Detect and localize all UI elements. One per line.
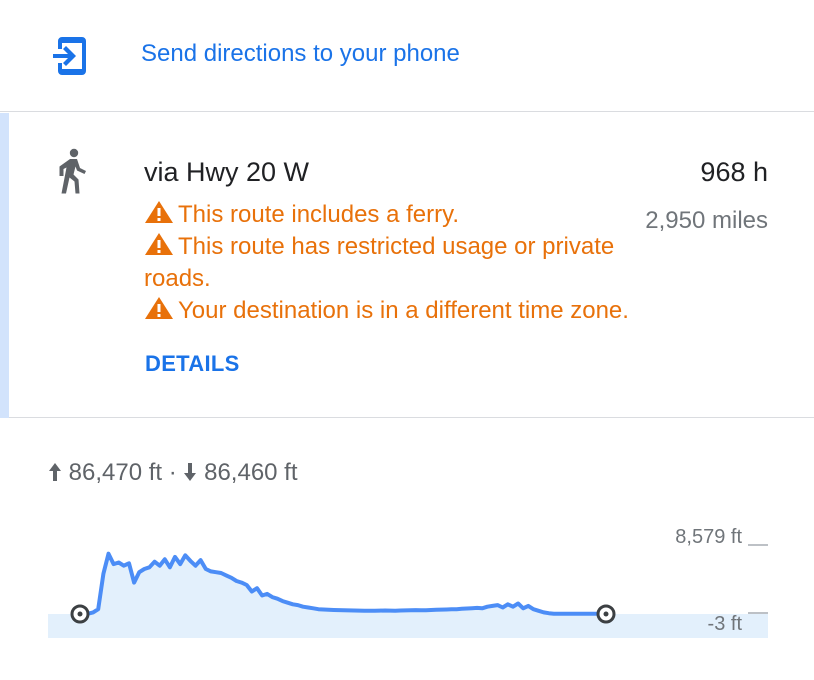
walking-icon [59, 148, 86, 194]
elevation-max-label: 8,579 ft [675, 526, 742, 548]
warning-triangle-icon [145, 201, 173, 223]
route-warning: This route includes a ferry. [144, 199, 684, 231]
elevation-separator: · [168, 459, 177, 486]
arrow-down-icon [184, 463, 197, 481]
route-start-dot [77, 611, 83, 617]
elevation-baseline-band [48, 614, 768, 638]
route-name: via Hwy 20 W [144, 157, 310, 187]
send-directions-link[interactable]: Send directions to your phone [141, 40, 460, 68]
details-button[interactable]: DETAILS [145, 351, 240, 377]
route-duration: 968 h [700, 157, 768, 187]
elevation-ascent: 86,470 ft [68, 459, 163, 486]
elevation-min-label: -3 ft [708, 613, 743, 635]
arrow-up-icon [49, 463, 61, 481]
send-to-phone-icon[interactable] [52, 35, 90, 77]
route-warning: Your destination is in a different time … [144, 295, 684, 327]
elevation-summary: 86,470 ft · 86,460 ft [48, 459, 298, 487]
warning-triangle-icon [145, 233, 173, 255]
route-warnings: This route includes a ferry. This route … [144, 199, 684, 327]
elevation-descent: 86,460 ft [204, 459, 298, 486]
route-warning: This route has restricted usage or priva… [144, 231, 684, 295]
route-option[interactable]: via Hwy 20 W 968 h 2,950 miles This rout… [0, 113, 814, 418]
route-end-dot [603, 611, 609, 617]
send-to-phone-row[interactable]: Send directions to your phone [0, 0, 814, 112]
warning-text: Your destination is in a different time … [178, 297, 629, 324]
selected-route-indicator [0, 113, 9, 418]
elevation-profile-chart: 8,579 ft -3 ft [48, 526, 768, 638]
warning-triangle-icon [145, 297, 173, 319]
warning-text: This route includes a ferry. [178, 201, 460, 228]
warning-text: This route has restricted usage or priva… [144, 233, 615, 292]
